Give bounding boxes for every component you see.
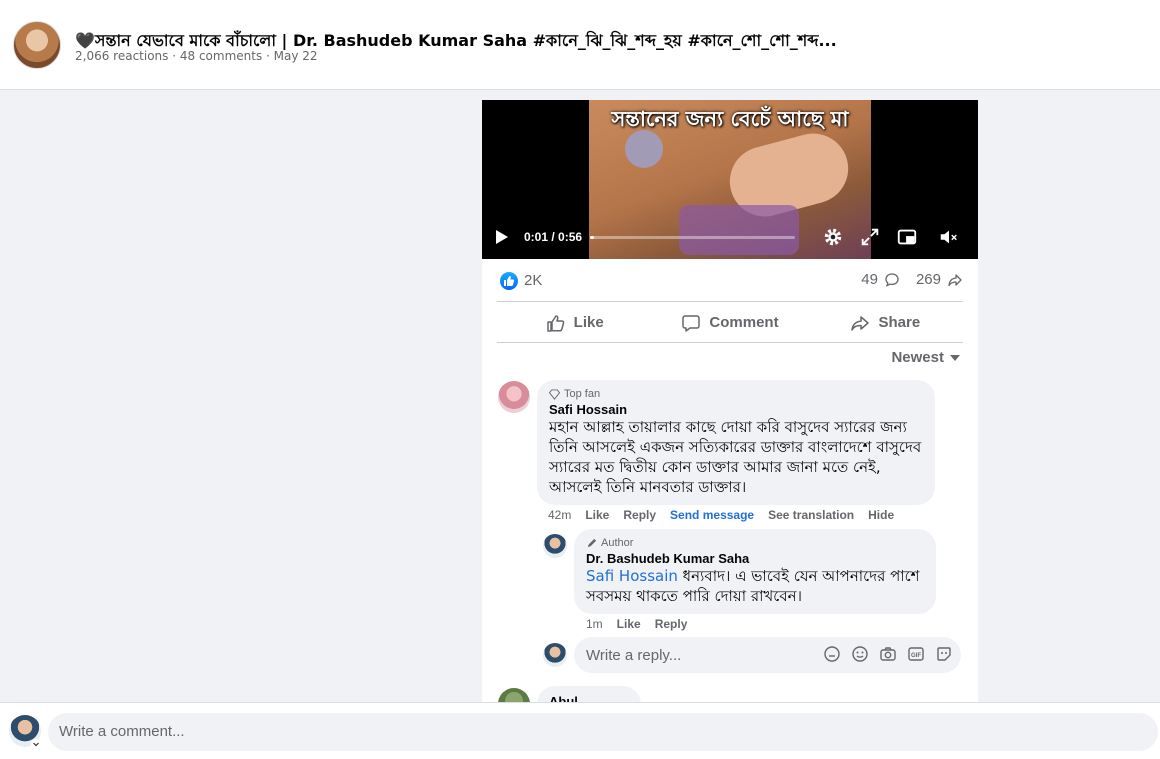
comment-reply-link[interactable]: Reply xyxy=(623,508,656,522)
thumbs-up-icon xyxy=(546,314,564,332)
video-progress-fill xyxy=(590,236,595,239)
page-avatar[interactable] xyxy=(13,21,61,69)
badge-label: Top fan xyxy=(564,388,601,400)
settings-icon[interactable] xyxy=(822,226,844,248)
comment-text: মহান আল্লাহ তায়ালার কাছে দোয়া করি বাসু… xyxy=(549,418,922,496)
fullscreen-icon[interactable] xyxy=(859,226,881,248)
video-fabric xyxy=(679,205,799,255)
share-label: Share xyxy=(878,314,921,331)
author-badge: Author xyxy=(586,537,924,549)
share-button[interactable]: Share xyxy=(808,303,963,342)
comment-count[interactable]: 49 xyxy=(861,271,878,288)
comment-meta: 42m Like Reply Send message See translat… xyxy=(548,508,894,522)
comment-composer-bar: Write a comment... xyxy=(0,702,1160,759)
like-button[interactable]: Like xyxy=(497,303,652,342)
like-reaction-icon[interactable] xyxy=(500,272,518,290)
diamond-icon xyxy=(549,388,560,400)
reply-time[interactable]: 1m xyxy=(586,617,603,631)
commenter-avatar[interactable] xyxy=(498,688,530,702)
camera-icon[interactable] xyxy=(879,645,897,663)
gif-icon[interactable]: GIF xyxy=(907,645,925,663)
sticker-icon[interactable] xyxy=(935,645,953,663)
svg-text:GIF: GIF xyxy=(911,653,921,659)
like-count[interactable]: 2K xyxy=(524,272,542,289)
comment-button[interactable]: Comment xyxy=(652,303,807,342)
send-message-link[interactable]: Send message xyxy=(670,508,754,522)
share-icon xyxy=(851,315,870,331)
picture-in-picture-icon[interactable] xyxy=(896,226,918,248)
comment-time[interactable]: 42m xyxy=(548,508,571,522)
post-card: সন্তানের জন্য বেচেঁ আছে মা 0:01 / 0:56 2… xyxy=(482,100,978,702)
badge-label: Author xyxy=(601,537,634,549)
play-icon[interactable] xyxy=(496,230,508,244)
video-player[interactable]: সন্তানের জন্য বেচেঁ আছে মা 0:01 / 0:56 xyxy=(482,100,978,259)
reply-meta: 1m Like Reply xyxy=(586,617,687,631)
reply-reply-link[interactable]: Reply xyxy=(655,617,688,631)
comment-placeholder: Write a comment... xyxy=(59,723,185,740)
author-name[interactable]: Dr. Bashudeb Kumar Saha xyxy=(586,551,924,566)
reply-placeholder: Write a reply... xyxy=(586,647,682,664)
top-fan-badge[interactable]: Top fan xyxy=(549,388,923,400)
volume-muted-icon[interactable] xyxy=(938,226,960,248)
comment-sort-dropdown[interactable]: Newest xyxy=(891,349,960,366)
commenter-avatar[interactable] xyxy=(498,381,530,413)
video-time: 0:01 / 0:56 xyxy=(524,230,583,244)
emoji-icon[interactable] xyxy=(851,645,869,663)
reply-input[interactable]: Write a reply... GIF xyxy=(574,637,961,673)
author-avatar[interactable] xyxy=(543,534,567,558)
share-arrow-icon xyxy=(948,273,962,286)
my-avatar[interactable] xyxy=(543,643,567,667)
comment-icon xyxy=(682,314,701,332)
post-header: 🖤সন্তান যেভাবে মাকে বাঁচালো | Dr. Bashud… xyxy=(0,0,1160,90)
comment-like-link[interactable]: Like xyxy=(585,508,609,522)
like-label: Like xyxy=(573,314,604,331)
video-progress-bar[interactable] xyxy=(590,236,795,239)
comment-bubble-icon xyxy=(885,272,899,287)
comment-input[interactable]: Write a comment... xyxy=(48,713,1158,751)
hide-link[interactable]: Hide xyxy=(868,508,894,522)
comment-bubble: Abul Hossain xyxy=(537,686,641,702)
reaction-stats: 2K 49 269 xyxy=(497,259,963,302)
video-caption: সন্তানের জন্য বেচেঁ আছে মা xyxy=(611,107,849,131)
reply-bubble: Author Dr. Bashudeb Kumar Saha Safi Hoss… xyxy=(574,529,936,614)
pencil-icon xyxy=(587,538,597,547)
post-actions: Like Comment Share xyxy=(497,303,963,343)
sort-label: Newest xyxy=(891,349,944,366)
post-subline: 2,066 reactions · 48 comments · May 22 xyxy=(75,49,318,63)
comment-bubble: Top fan Safi Hossain মহান আল্লাহ তায়ালা… xyxy=(537,380,935,505)
reply-like-link[interactable]: Like xyxy=(617,617,641,631)
commenter-name[interactable]: Abul Hossain xyxy=(549,694,629,702)
reply-text: Safi Hossain ধন্যবাদ। এ ভাবেই যেন আপনাদে… xyxy=(586,566,924,606)
chevron-down-icon xyxy=(950,354,960,361)
share-count[interactable]: 269 xyxy=(916,271,941,288)
avatar-sticker-icon[interactable] xyxy=(823,645,841,663)
mention-link[interactable]: Safi Hossain xyxy=(586,567,678,585)
chevron-down-icon[interactable] xyxy=(31,739,41,749)
comment-label: Comment xyxy=(709,314,779,331)
commenter-name[interactable]: Safi Hossain xyxy=(549,402,923,417)
see-translation-link[interactable]: See translation xyxy=(768,508,854,522)
